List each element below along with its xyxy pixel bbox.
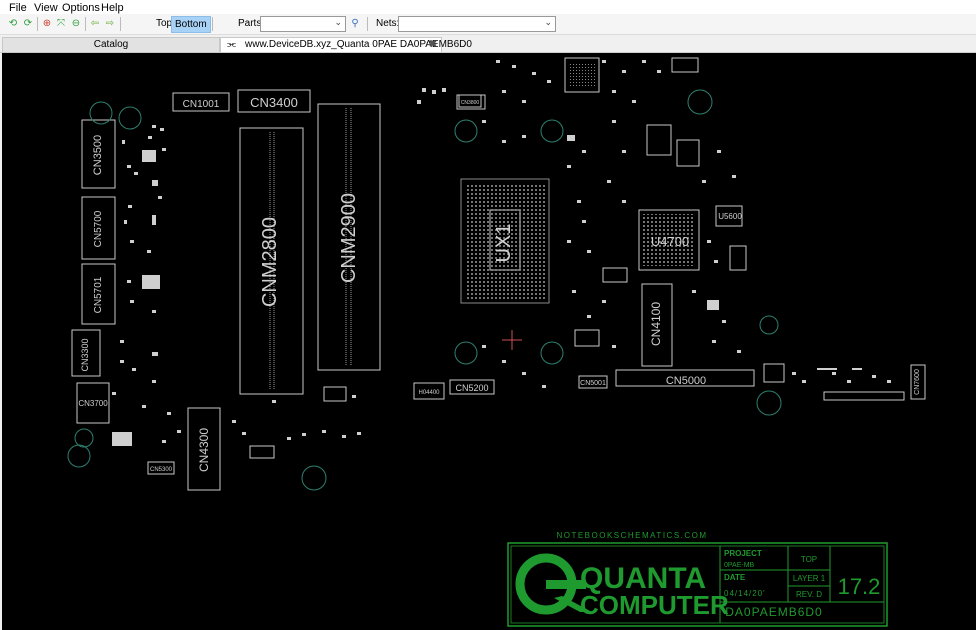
component-outline [602, 267, 628, 283]
tab-board-label: www.DeviceDB.xyz_Quanta 0PAE DA0PAEMB6D0 [245, 39, 472, 50]
chevron-down-icon: ⌄ [334, 17, 342, 27]
component-outline [249, 445, 275, 459]
component-outline [646, 124, 672, 156]
label-cn5701: CN5701 [93, 276, 104, 313]
forward-arrow-icon[interactable]: ⇨ [103, 17, 117, 31]
component-outline [323, 386, 347, 402]
tab-board-file[interactable]: ⫘ www.DeviceDB.xyz_Quanta 0PAE DA0PAEMB6… [220, 37, 472, 52]
mounting-hole [74, 428, 94, 448]
toolbar: ⟲ ⟳ ⊕ ⤧ ⊖ ⇦ ⇨ Top Bottom Parts: ⌄ ⚲ Nets… [0, 14, 976, 35]
component-outline [823, 391, 905, 401]
menu-file[interactable]: File [9, 2, 27, 14]
label-cn4300: CN4300 [197, 428, 211, 472]
rotate-right-icon[interactable]: ⟳ [21, 17, 35, 31]
close-icon[interactable]: ✖ [429, 38, 437, 52]
mounting-hole [301, 465, 327, 491]
toolbar-separator [212, 17, 213, 31]
menu-bar: File View Options Help [0, 0, 976, 14]
component-outline [671, 57, 699, 73]
tab-catalog[interactable]: Catalog [2, 37, 220, 53]
component-outline [729, 245, 747, 271]
label-cn5001: CN5001 [580, 380, 606, 387]
search-part-icon[interactable]: ⚲ [348, 17, 362, 31]
nets-label: Nets: [376, 18, 400, 29]
label-cn3700: CN3700 [78, 399, 108, 408]
parts-combo[interactable]: ⌄ [260, 16, 346, 32]
component-outline [676, 139, 700, 167]
label-cn7600: CN7600 [914, 369, 921, 395]
toolbar-separator [120, 17, 121, 31]
title-block: NOTEBOOKSCHEMATICS.COM QUANTA COMPUTER P… [507, 531, 888, 627]
menu-view[interactable]: View [34, 2, 58, 14]
label-cn5000: CN5000 [666, 375, 706, 387]
layer-label: LAYER 1 [793, 574, 826, 583]
bottom-side-button[interactable]: Bottom [171, 16, 211, 33]
pin-icon[interactable]: ⫘ [227, 38, 236, 52]
mounting-hole [89, 101, 113, 125]
mounting-hole [687, 89, 713, 115]
mounting-hole [540, 341, 564, 365]
component-outline [763, 363, 785, 383]
company-line2: COMPUTER [580, 590, 729, 620]
label-cn3800: CN3800 [461, 100, 480, 106]
mounting-hole [67, 444, 91, 468]
zoom-in-icon[interactable]: ⊕ [40, 17, 54, 31]
fit-view-icon[interactable]: ⤧ [54, 17, 68, 31]
date-label: DATE [724, 573, 746, 582]
toolbar-separator [367, 17, 368, 31]
label-cnm2900: CNM2900 [338, 193, 360, 283]
component-outline [574, 329, 600, 347]
toolbar-separator [85, 17, 86, 31]
label-cn5700: CN5700 [93, 210, 104, 247]
project-label: PROJECT [724, 549, 762, 558]
chip-pad-grid [570, 62, 596, 88]
mounting-hole [540, 119, 564, 143]
cursor-crosshair [502, 330, 522, 350]
label-cn3400: CN3400 [250, 95, 298, 110]
toolbar-separator [37, 17, 38, 31]
label-cn5200: CN5200 [455, 383, 488, 393]
label-cn4100: CN4100 [649, 302, 663, 346]
side-label: TOP [801, 555, 817, 564]
label-cnm2800: CNM2800 [259, 217, 281, 307]
label-u4700: U4700 [651, 234, 689, 249]
zoom-out-icon[interactable]: ⊖ [69, 17, 83, 31]
label-ux1: UX1 [493, 224, 515, 263]
part-number: DA0PAEMB6D0 [725, 605, 822, 619]
back-arrow-icon[interactable]: ⇦ [88, 17, 102, 31]
pcb-board-view[interactable]: CN1001 CN3400 CN3500 CN5700 CN5701 CN330… [2, 53, 976, 630]
mounting-hole [118, 106, 142, 130]
tab-bar: Catalog ⫘ www.DeviceDB.xyz_Quanta 0PAE D… [0, 35, 976, 53]
website-label: NOTEBOOKSCHEMATICS.COM [556, 531, 707, 540]
label-cn5300: CN5300 [150, 467, 173, 473]
rotate-left-icon[interactable]: ⟲ [6, 17, 20, 31]
label-h4400: H04400 [418, 390, 440, 396]
menu-help[interactable]: Help [101, 2, 124, 14]
mounting-hole [454, 119, 478, 143]
mounting-hole [756, 390, 782, 416]
menu-options[interactable]: Options [62, 2, 100, 14]
mounting-hole [759, 315, 779, 335]
nets-combo[interactable]: ⌄ [398, 16, 556, 32]
mounting-hole [454, 341, 478, 365]
rev-label: REV. D [796, 590, 822, 599]
chevron-down-icon: ⌄ [544, 17, 552, 27]
date-value: 04/14/20' [724, 589, 766, 598]
version-label: 17.2 [838, 574, 881, 599]
project-value: 0PAE-MB [724, 562, 755, 569]
label-cn3500: CN3500 [92, 135, 104, 175]
label-cn3300: CN3300 [80, 338, 90, 371]
label-cn1001: CN1001 [183, 99, 220, 110]
tab-catalog-label: Catalog [93, 39, 129, 50]
label-u5600: U5600 [718, 212, 742, 221]
